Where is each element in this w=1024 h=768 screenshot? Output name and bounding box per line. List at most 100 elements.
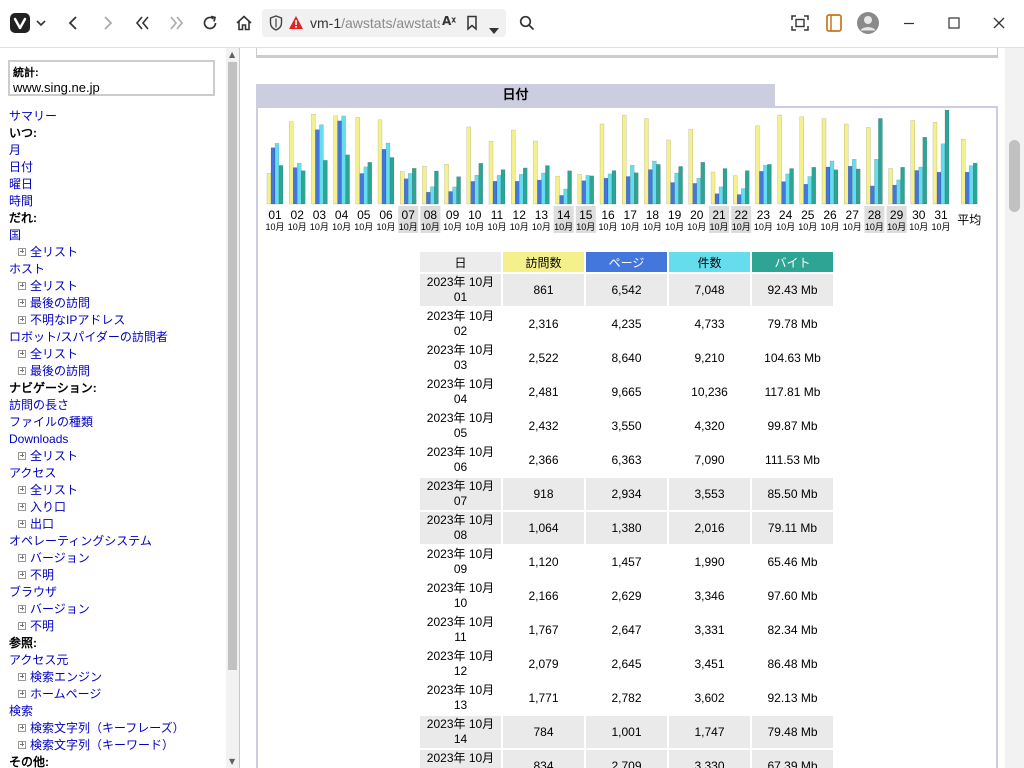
bar-bandwidth-21 bbox=[722, 168, 728, 205]
menu-item[interactable]: サマリー bbox=[9, 108, 57, 124]
menu-label[interactable]: 出口 bbox=[30, 517, 54, 531]
minimize-icon[interactable] bbox=[900, 10, 918, 36]
menu-subitem[interactable]: 全リスト bbox=[18, 448, 78, 464]
menu-label[interactable]: 不明 bbox=[30, 619, 54, 633]
menu-label[interactable]: 検索文字列（キーフレーズ） bbox=[30, 721, 185, 735]
menu-label[interactable]: 全リスト bbox=[30, 483, 78, 497]
menu-item[interactable]: 日付 bbox=[9, 159, 33, 175]
menu-label[interactable]: 検索文字列（キーワード） bbox=[30, 738, 174, 752]
menu-label[interactable]: 曜日 bbox=[9, 177, 33, 191]
menu-item[interactable]: アクセス bbox=[9, 465, 56, 481]
close-icon[interactable] bbox=[990, 10, 1008, 36]
bar-hits-03 bbox=[319, 124, 324, 205]
menu-subitem[interactable]: 不明 bbox=[18, 567, 54, 583]
main-scrollbar[interactable] bbox=[1005, 48, 1024, 768]
menu-label[interactable]: ホームページ bbox=[30, 687, 101, 701]
bookmark-icon[interactable] bbox=[466, 15, 478, 35]
menu-item[interactable]: 国 bbox=[9, 227, 21, 243]
menu-label[interactable]: ロボット/スパイダーの訪問者 bbox=[9, 330, 168, 344]
menu-scrollbar[interactable]: ▲ ▼ bbox=[226, 48, 239, 768]
menu-subitem[interactable]: ホームページ bbox=[18, 686, 101, 702]
menu-subitem[interactable]: 入り口 bbox=[18, 499, 66, 515]
maximize-icon[interactable] bbox=[945, 10, 963, 36]
menu-heading: いつ: bbox=[9, 125, 37, 141]
menu-label[interactable]: アクセス bbox=[9, 466, 56, 480]
menu-label[interactable]: バージョン bbox=[30, 602, 90, 616]
shield-icon[interactable] bbox=[269, 15, 283, 35]
menu-label[interactable]: アクセス元 bbox=[9, 653, 68, 667]
menu-subitem[interactable]: 不明なIPアドレス bbox=[18, 312, 125, 328]
menu-item[interactable]: 訪問の長さ bbox=[9, 397, 69, 413]
menu-label[interactable]: 不明なIPアドレス bbox=[30, 313, 125, 327]
menu-label[interactable]: 日付 bbox=[9, 160, 33, 174]
menu-subitem[interactable]: 最後の訪問 bbox=[18, 295, 90, 311]
menu-subitem[interactable]: 全リスト bbox=[18, 278, 78, 294]
menu-item[interactable]: ホスト bbox=[9, 261, 45, 277]
menu-label[interactable]: 検索 bbox=[9, 704, 33, 718]
menu-scrollbar-thumb[interactable] bbox=[228, 62, 237, 670]
menu-subitem[interactable]: 全リスト bbox=[18, 244, 78, 260]
panel-toggle-icon[interactable] bbox=[822, 10, 846, 36]
capture-icon[interactable] bbox=[788, 10, 812, 36]
menu-subitem[interactable]: 不明 bbox=[18, 618, 54, 634]
rewind-icon[interactable] bbox=[131, 10, 155, 36]
translate-icon[interactable]: Aᵡ bbox=[442, 14, 456, 28]
menu-label[interactable]: 時間 bbox=[9, 194, 33, 208]
profile-avatar-icon[interactable] bbox=[855, 10, 881, 36]
menu-item[interactable]: Downloads bbox=[9, 431, 68, 447]
menu-subitem[interactable]: 全リスト bbox=[18, 482, 78, 498]
menu-label[interactable]: 全リスト bbox=[30, 449, 78, 463]
menu-item[interactable]: 曜日 bbox=[9, 176, 33, 192]
menu-label[interactable]: ファイルの種類 bbox=[9, 415, 93, 429]
menu-item[interactable]: オペレーティングシステム bbox=[9, 533, 152, 549]
forward-icon[interactable] bbox=[97, 10, 119, 36]
menu-label[interactable]: 不明 bbox=[30, 568, 54, 582]
reload-icon[interactable] bbox=[198, 10, 222, 36]
menu-label[interactable]: 国 bbox=[9, 228, 21, 242]
menu-item[interactable]: ロボット/スパイダーの訪問者 bbox=[9, 329, 168, 345]
bar-hits-23 bbox=[763, 165, 768, 205]
menu-item[interactable]: ファイルの種類 bbox=[9, 414, 93, 430]
scroll-down-icon[interactable]: ▼ bbox=[229, 757, 235, 766]
menu-label[interactable]: 全リスト bbox=[30, 279, 78, 293]
menu-subitem[interactable]: バージョン bbox=[18, 550, 90, 566]
warning-icon[interactable] bbox=[288, 15, 304, 34]
menu-subitem[interactable]: バージョン bbox=[18, 601, 90, 617]
menu-subitem[interactable]: 全リスト bbox=[18, 346, 78, 362]
menu-subitem[interactable]: 検索文字列（キーワード） bbox=[18, 737, 174, 753]
menu-item[interactable]: ブラウザ bbox=[9, 584, 57, 600]
menu-label[interactable]: Downloads bbox=[9, 432, 68, 446]
menu-subitem[interactable]: 最後の訪問 bbox=[18, 363, 90, 379]
menu-label[interactable]: バージョン bbox=[30, 551, 90, 565]
menu-label[interactable]: 訪問の長さ bbox=[9, 398, 69, 412]
menu-subitem[interactable]: 検索エンジン bbox=[18, 669, 102, 685]
home-icon[interactable] bbox=[232, 10, 256, 36]
url-text[interactable]: vm-1/awstats/awstats. bbox=[310, 15, 440, 31]
menu-subitem[interactable]: 検索文字列（キーフレーズ） bbox=[18, 720, 185, 736]
menu-item[interactable]: アクセス元 bbox=[9, 652, 68, 668]
scroll-up-icon[interactable]: ▲ bbox=[229, 50, 235, 59]
menu-label[interactable]: サマリー bbox=[9, 109, 57, 123]
menu-label[interactable]: 全リスト bbox=[30, 245, 78, 259]
menu-label[interactable]: 全リスト bbox=[30, 347, 78, 361]
menu-label[interactable]: 最後の訪問 bbox=[30, 296, 90, 310]
menu-subitem[interactable]: 出口 bbox=[18, 516, 54, 532]
menu-label[interactable]: 月 bbox=[9, 143, 21, 157]
menu-item[interactable]: 時間 bbox=[9, 193, 33, 209]
fast-forward-icon[interactable] bbox=[164, 10, 188, 36]
menu-label[interactable]: 最後の訪問 bbox=[30, 364, 90, 378]
menu-item[interactable]: 月 bbox=[9, 142, 21, 158]
bar-visits-26 bbox=[821, 118, 827, 205]
menu-label[interactable]: 入り口 bbox=[30, 500, 66, 514]
menu-label[interactable]: 検索エンジン bbox=[30, 670, 102, 684]
chevron-down-icon[interactable] bbox=[489, 20, 499, 39]
vivaldi-menu-button[interactable] bbox=[8, 10, 48, 36]
back-icon[interactable] bbox=[62, 10, 84, 36]
menu-item[interactable]: 検索 bbox=[9, 703, 33, 719]
main-scrollbar-thumb[interactable] bbox=[1009, 140, 1020, 212]
search-icon[interactable] bbox=[516, 10, 538, 36]
menu-label[interactable]: オペレーティングシステム bbox=[9, 534, 152, 548]
menu-label[interactable]: ホスト bbox=[9, 262, 45, 276]
menu-label[interactable]: ブラウザ bbox=[9, 585, 57, 599]
address-bar[interactable]: vm-1/awstats/awstats. Aᵡ bbox=[262, 9, 506, 37]
